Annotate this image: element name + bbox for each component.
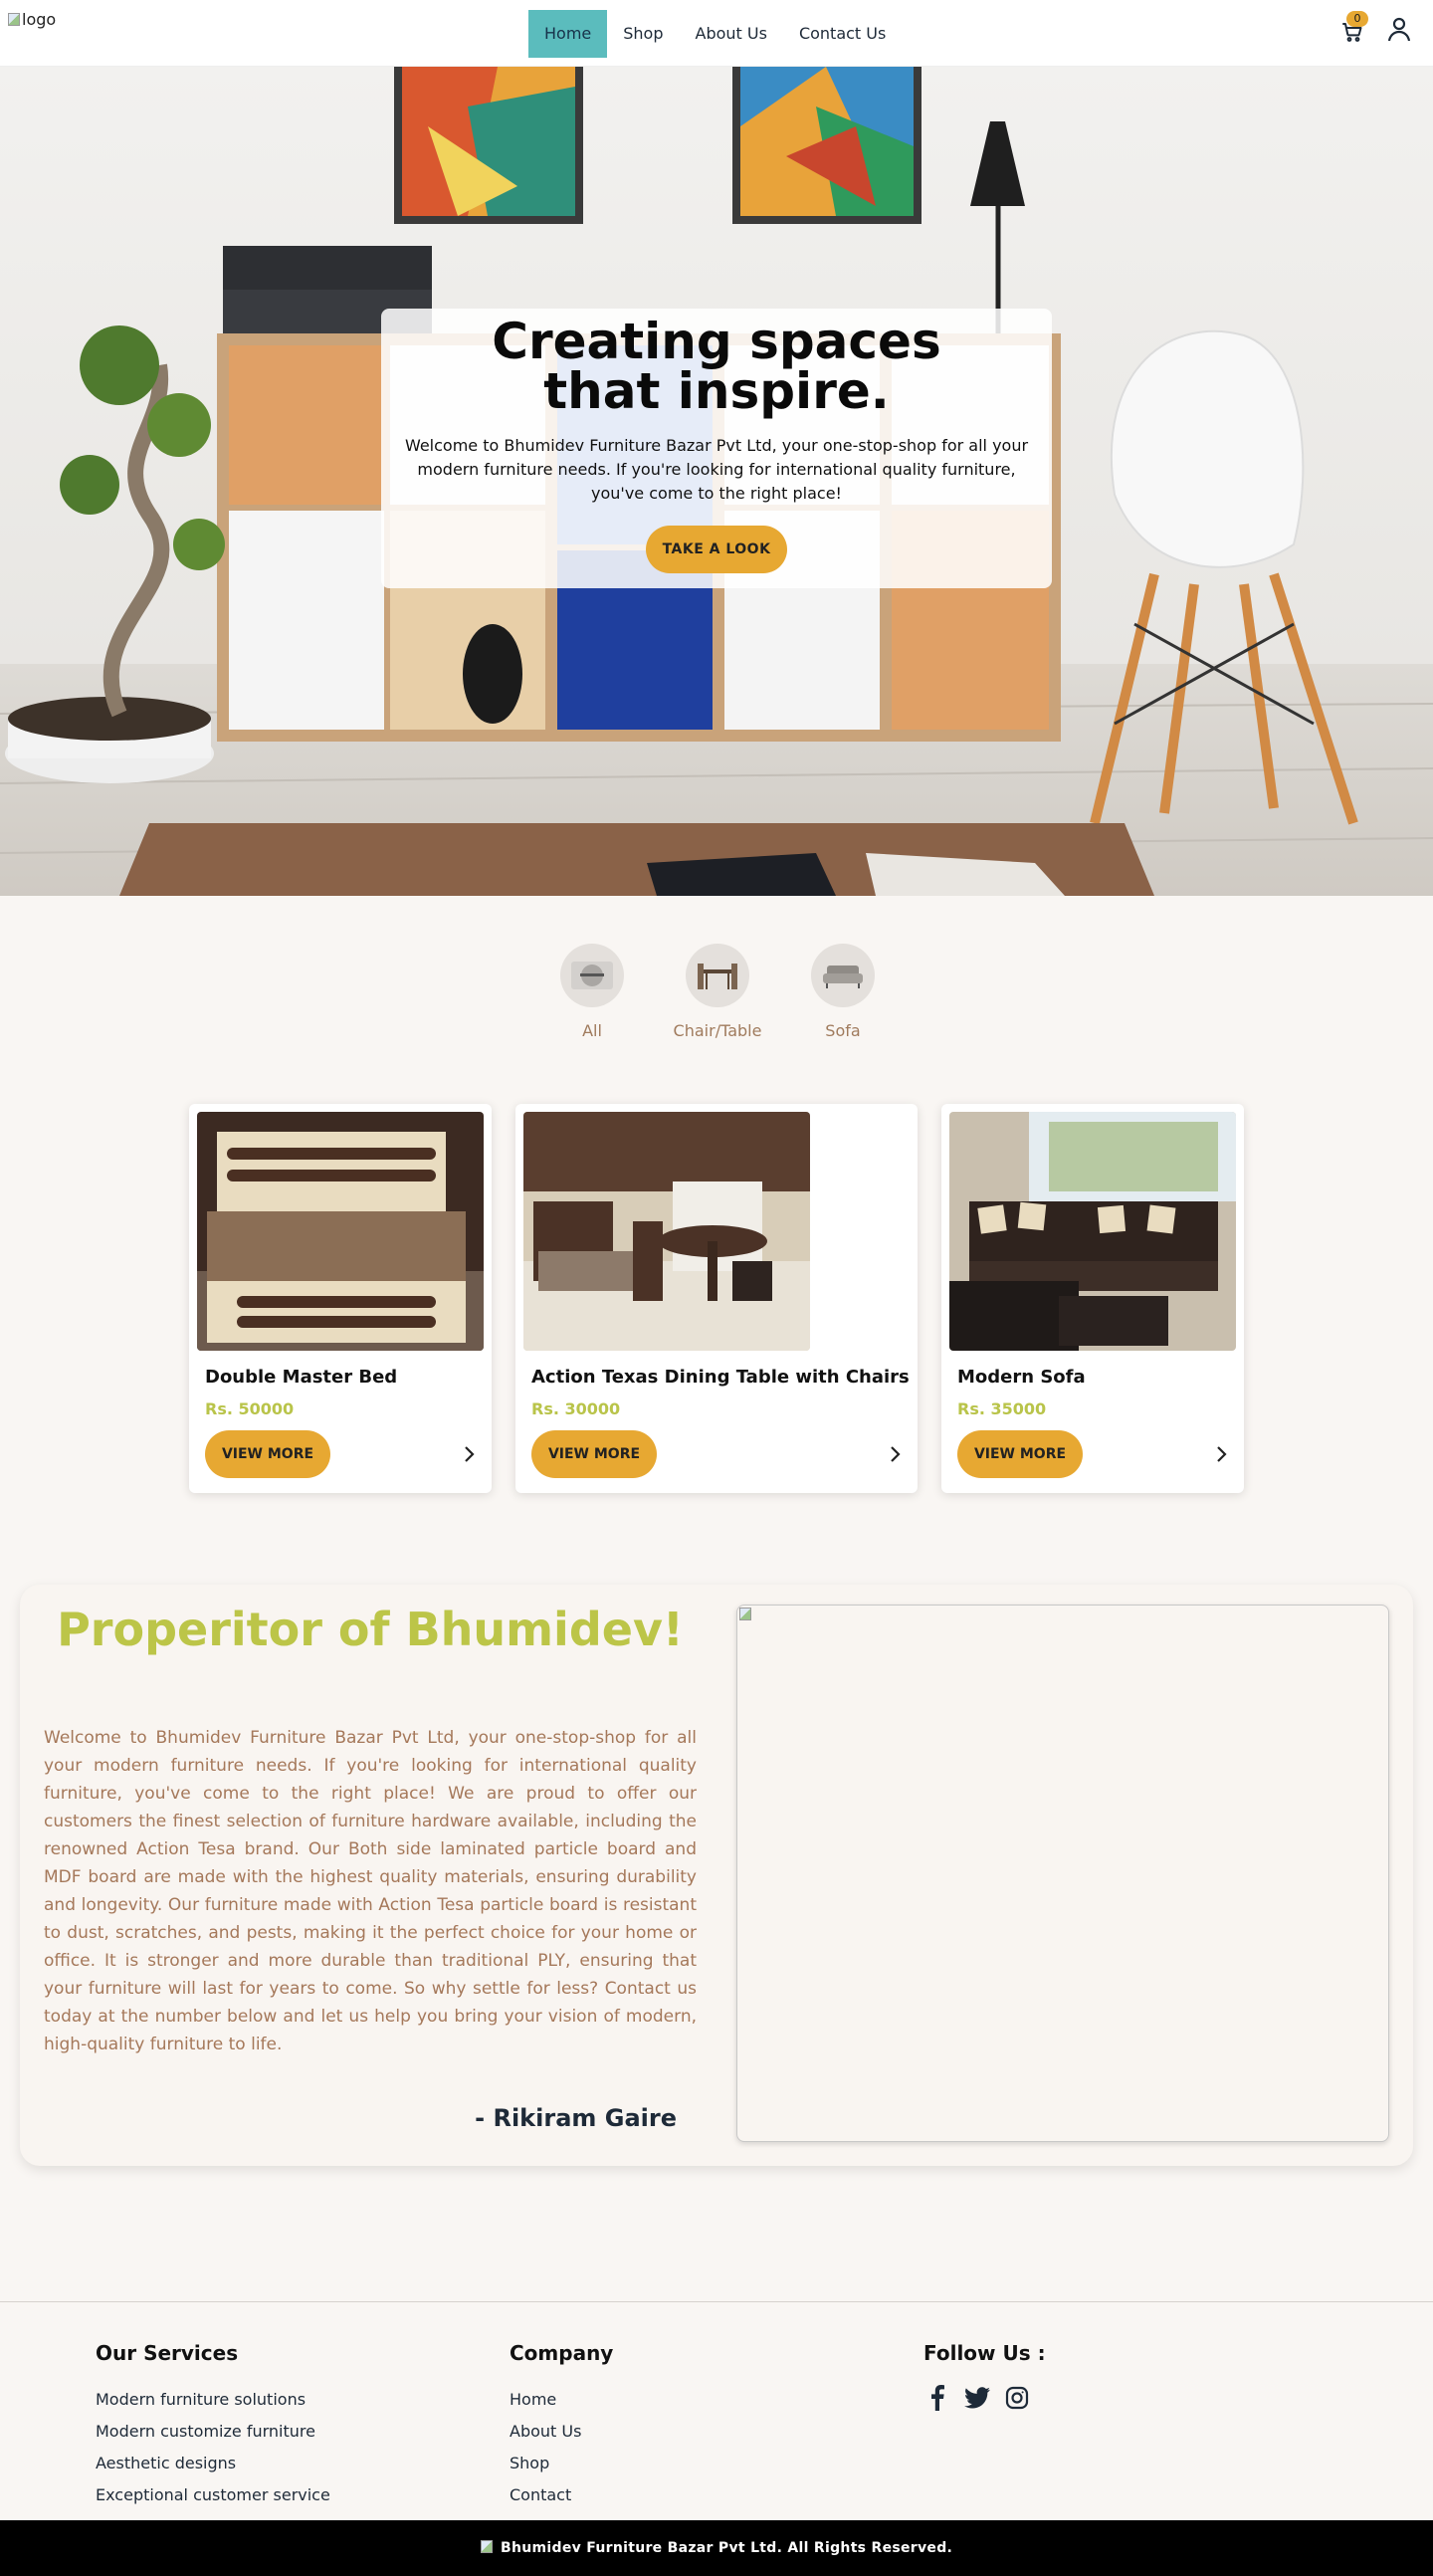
hero-text: Welcome to Bhumidev Furniture Bazar Pvt …: [404, 436, 1029, 503]
footer-divider: [0, 2301, 1433, 2302]
proprietor-image: [736, 1605, 1389, 2142]
category-chair-table[interactable]: Chair/Table: [674, 944, 761, 1040]
category-all[interactable]: All: [559, 944, 625, 1040]
footer-link-home[interactable]: Home: [510, 2384, 613, 2416]
chevron-right-icon[interactable]: [1210, 1443, 1232, 1465]
product-card[interactable]: Action Texas Dining Table with Chairs Rs…: [515, 1104, 918, 1493]
logo[interactable]: logo: [8, 10, 56, 29]
footer-heading: Follow Us :: [923, 2341, 1046, 2365]
chevron-right-icon[interactable]: [884, 1443, 906, 1465]
footer-service-item: Modern furniture solutions: [96, 2390, 307, 2409]
view-more-button[interactable]: VIEW MORE: [205, 1430, 330, 1478]
sofa-icon: [811, 944, 875, 1007]
proprietor-section: Properitor of Bhumidev! Welcome to Bhumi…: [20, 1585, 1413, 2166]
category-sofa[interactable]: Sofa: [810, 944, 876, 1040]
user-icon[interactable]: [1385, 15, 1413, 43]
footer-heading: Company: [510, 2341, 614, 2365]
footer-services: Our Services Modern furniture solutions …: [96, 2341, 330, 2511]
product-name: Action Texas Dining Table with Chairs: [531, 1367, 910, 1388]
broken-image-icon: [480, 2540, 493, 2553]
copyright-bar: Bhumidev Furniture Bazar Pvt Ltd. All Ri…: [0, 2520, 1433, 2576]
cart-count-badge: 0: [1346, 11, 1368, 27]
nav-home[interactable]: Home: [528, 10, 608, 58]
proprietor-text: Welcome to Bhumidev Furniture Bazar Pvt …: [44, 1728, 697, 2054]
chair-table-icon: [686, 944, 749, 1007]
product-name: Modern Sofa: [957, 1367, 1086, 1388]
social-links: [923, 2384, 1046, 2412]
hero-title: Creating spaces that inspire.: [492, 313, 941, 420]
product-image[interactable]: [523, 1112, 810, 1351]
chevron-right-icon[interactable]: [458, 1443, 480, 1465]
category-label: Chair/Table: [673, 1021, 762, 1040]
view-more-button[interactable]: VIEW MORE: [957, 1430, 1083, 1478]
copyright-text: Bhumidev Furniture Bazar Pvt Ltd. All Ri…: [501, 2540, 953, 2556]
footer-link-shop[interactable]: Shop: [510, 2448, 613, 2479]
product-card[interactable]: Modern Sofa Rs. 35000 VIEW MORE: [941, 1104, 1244, 1493]
proprietor-title: Properitor of Bhumidev!: [57, 1603, 684, 1656]
take-a-look-button[interactable]: TAKE A LOOK: [645, 526, 788, 573]
nav-contact-us[interactable]: Contact Us: [783, 10, 902, 58]
footer-link-contact[interactable]: Contact: [510, 2479, 613, 2511]
footer-service-item: Modern customize furniture: [96, 2422, 315, 2441]
product-price: Rs. 50000: [205, 1399, 295, 1418]
footer-link-about-us[interactable]: About Us: [510, 2416, 613, 2448]
main-nav: Home Shop About Us Contact Us: [528, 10, 902, 58]
footer-service-item: Exceptional customer service: [96, 2485, 330, 2504]
product-price: Rs. 30000: [531, 1399, 621, 1418]
hero-section: Creating spaces that inspire. Welcome to…: [0, 67, 1433, 896]
facebook-icon[interactable]: [923, 2384, 951, 2412]
all-icon: [560, 944, 624, 1007]
category-label: Sofa: [825, 1021, 861, 1040]
broken-image-icon: [8, 13, 20, 26]
proprietor-signature: - Rikiram Gaire: [475, 2104, 677, 2132]
nav-shop[interactable]: Shop: [607, 10, 679, 58]
hero-card: Creating spaces that inspire. Welcome to…: [381, 309, 1052, 588]
product-image[interactable]: [949, 1112, 1236, 1351]
logo-alt-text: logo: [22, 10, 57, 29]
category-label: All: [582, 1021, 602, 1040]
site-header: logo Home Shop About Us Contact Us 0: [0, 0, 1433, 67]
footer-heading: Our Services: [96, 2341, 239, 2365]
product-card[interactable]: Double Master Bed Rs. 50000 VIEW MORE: [189, 1104, 492, 1493]
footer-follow: Follow Us :: [923, 2341, 1046, 2412]
footer-company: Company Home About Us Shop Contact: [510, 2341, 613, 2511]
nav-about-us[interactable]: About Us: [680, 10, 783, 58]
product-name: Double Master Bed: [205, 1367, 398, 1388]
view-more-button[interactable]: VIEW MORE: [531, 1430, 657, 1478]
broken-image-icon: [739, 1608, 751, 1620]
footer-service-item: Aesthetic designs: [96, 2454, 237, 2472]
category-filter: All Chair/Table Sofa: [559, 944, 876, 1040]
instagram-icon[interactable]: [1003, 2384, 1031, 2412]
twitter-icon[interactable]: [963, 2384, 991, 2412]
product-image[interactable]: [197, 1112, 484, 1351]
product-price: Rs. 35000: [957, 1399, 1047, 1418]
